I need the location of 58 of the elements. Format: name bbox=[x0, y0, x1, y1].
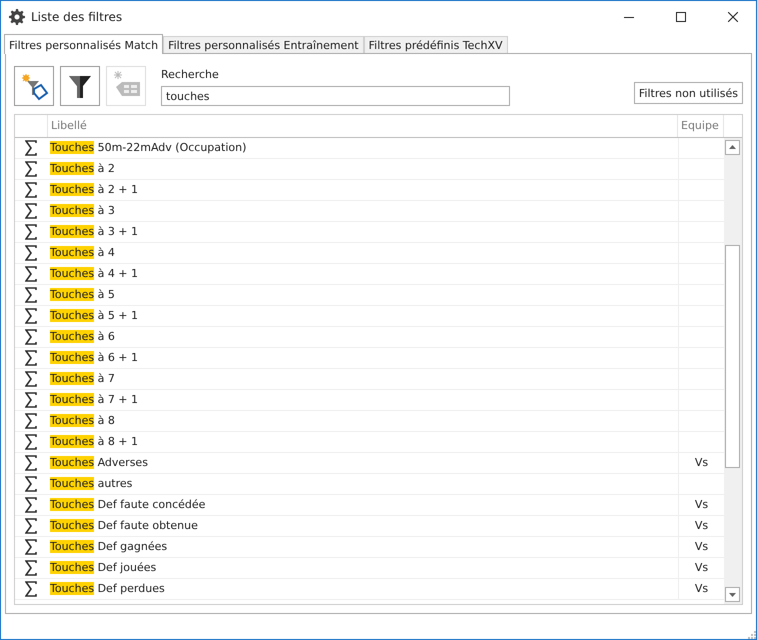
scrollbar[interactable] bbox=[724, 138, 742, 604]
team-cell: Vs bbox=[694, 519, 708, 532]
filter-label[interactable]: Touches Adverses bbox=[50, 456, 148, 470]
sigma-icon bbox=[25, 308, 37, 324]
tab[interactable]: Filtres personnalisés Match bbox=[4, 34, 164, 54]
column-header[interactable]: Libellé bbox=[51, 119, 87, 132]
sigma-icon bbox=[25, 160, 37, 177]
team-cell: Vs bbox=[694, 561, 708, 574]
sigma-icon bbox=[25, 434, 37, 450]
sigma-icon bbox=[25, 244, 37, 261]
sigma-icon bbox=[25, 454, 37, 471]
sigma-icon bbox=[25, 202, 37, 219]
resize-grip-icon bbox=[748, 631, 756, 639]
sigma-icon bbox=[25, 286, 37, 303]
sigma-icon bbox=[25, 412, 37, 429]
sigma-icon bbox=[25, 350, 37, 366]
sigma-icon bbox=[25, 560, 37, 576]
sigma-icon bbox=[25, 496, 37, 513]
sigma-icon bbox=[25, 182, 37, 198]
tab[interactable]: Filtres prédéfinis TechXV bbox=[364, 36, 508, 53]
tab[interactable]: Filtres personnalisés Entraînement bbox=[163, 36, 364, 53]
gear-icon bbox=[9, 9, 25, 25]
toolbar-button[interactable] bbox=[60, 66, 100, 106]
sigma-icon bbox=[25, 370, 37, 387]
filter-label[interactable]: Touches Def faute concédée bbox=[50, 498, 206, 512]
up-arrow-icon bbox=[729, 145, 736, 150]
sigma-icon bbox=[25, 538, 37, 555]
scroll-thumb[interactable] bbox=[725, 244, 740, 468]
team-cell: Vs bbox=[694, 456, 708, 470]
sigma-icon bbox=[25, 266, 37, 282]
sigma-icon bbox=[25, 140, 37, 156]
minimize-icon bbox=[624, 16, 634, 18]
filter-label[interactable]: Touches Def faute obtenue bbox=[50, 519, 198, 532]
close-icon bbox=[728, 12, 738, 22]
sigma-icon bbox=[25, 518, 37, 534]
down-arrow-icon bbox=[729, 592, 736, 596]
filter-label[interactable]: Touches Def jouées bbox=[50, 561, 156, 574]
search-label: Recherche bbox=[161, 68, 220, 81]
scroll-up-button[interactable] bbox=[725, 140, 740, 155]
filter-label[interactable]: Touches Def gagnées bbox=[50, 540, 168, 554]
filter-label[interactable]: Touches 50m-22mAdv (Occupation) bbox=[50, 141, 246, 154]
sigma-icon bbox=[25, 580, 37, 597]
sigma-icon bbox=[25, 328, 37, 345]
search-field[interactable]: touches bbox=[161, 86, 510, 106]
sigma-icon bbox=[25, 392, 37, 408]
scroll-down-button[interactable] bbox=[725, 587, 740, 602]
filter-label[interactable]: Touches Def perdues bbox=[50, 582, 165, 596]
team-cell: Vs bbox=[694, 582, 708, 596]
team-cell: Vs bbox=[694, 540, 708, 554]
window-title: Liste des filtres bbox=[31, 10, 124, 24]
team-cell: Vs bbox=[694, 498, 708, 512]
unused-filters-button[interactable]: Filtres non utilisés bbox=[634, 82, 743, 104]
column-header[interactable]: Equipe bbox=[681, 119, 719, 132]
sigma-icon bbox=[25, 224, 37, 240]
toolbar-button[interactable] bbox=[14, 66, 54, 106]
maximize-icon bbox=[676, 12, 686, 22]
filter-tag-icon bbox=[19, 71, 49, 101]
sigma-icon bbox=[25, 476, 37, 492]
